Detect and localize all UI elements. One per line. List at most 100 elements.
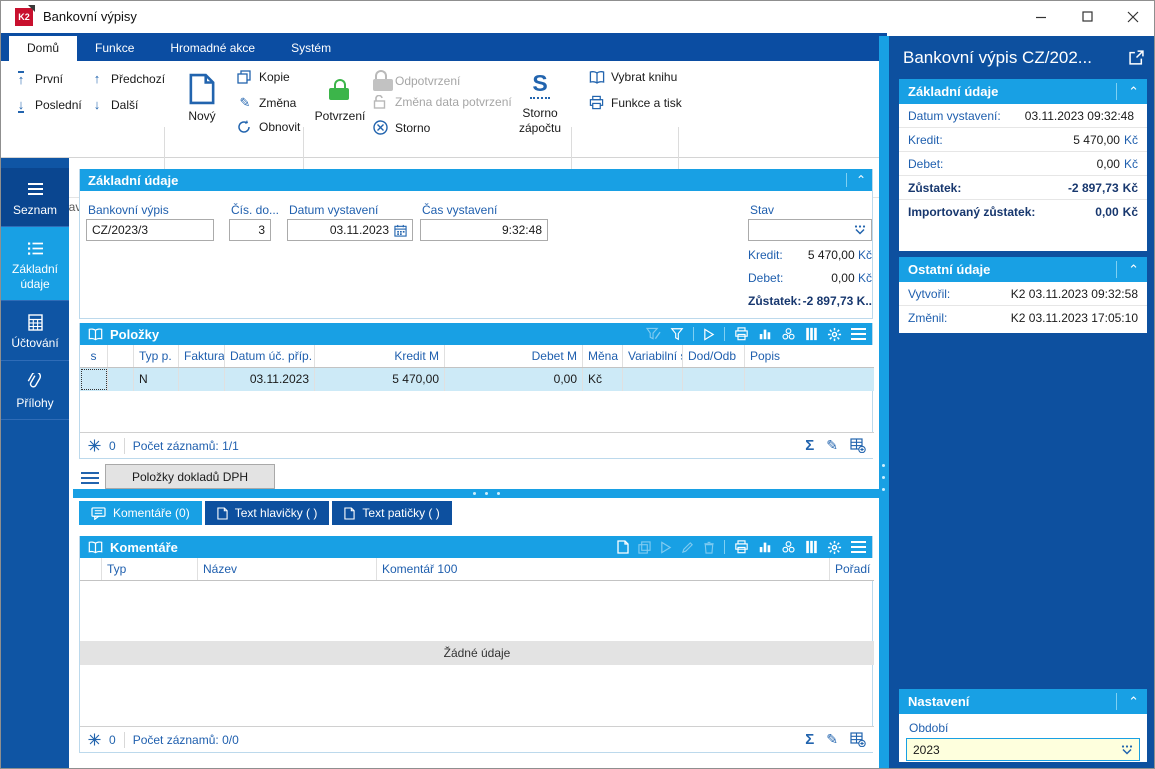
col-mena[interactable]: Měna bbox=[583, 345, 623, 367]
run-icon[interactable] bbox=[703, 328, 715, 341]
col-s[interactable]: s bbox=[80, 345, 108, 367]
stav-dropdown[interactable] bbox=[748, 219, 872, 241]
dph-items-button[interactable]: Položky dokladů DPH bbox=[105, 464, 275, 489]
bankovni-vypis-input[interactable]: CZ/2023/3 bbox=[86, 219, 214, 241]
lock-icon bbox=[311, 69, 369, 109]
col-faktura[interactable]: Faktura bbox=[179, 345, 225, 367]
minimize-button[interactable] bbox=[1018, 1, 1064, 32]
open-in-window-icon[interactable] bbox=[1129, 50, 1144, 65]
ribbon-tab-hromadne-akce[interactable]: Hromadné akce bbox=[152, 36, 273, 61]
confirm-button[interactable]: Potvrzení bbox=[311, 69, 369, 123]
obdobi-dropdown[interactable]: 2023 bbox=[906, 738, 1140, 761]
print-icon[interactable] bbox=[734, 540, 749, 554]
sidebar-item-uctovani[interactable]: Účtování bbox=[1, 301, 69, 360]
col-kredit[interactable]: Kredit M bbox=[315, 345, 445, 367]
close-button[interactable] bbox=[1110, 1, 1155, 32]
tab-text-paticky[interactable]: Text patičky ( ) bbox=[332, 501, 451, 525]
col-poradi[interactable]: Pořadí bbox=[830, 558, 874, 580]
run-icon[interactable] bbox=[660, 541, 672, 554]
sidebar-item-seznam[interactable]: Seznam bbox=[1, 168, 69, 227]
sidebar-item-prilohy[interactable]: Přílohy bbox=[1, 361, 69, 420]
nav-previous-button[interactable]: ↑ Předchozí bbox=[89, 71, 165, 86]
print-icon[interactable] bbox=[734, 327, 749, 341]
table-add-icon[interactable] bbox=[850, 438, 866, 453]
nav-last-button[interactable]: ↓ Poslední bbox=[13, 97, 82, 113]
cislo-input[interactable]: 3 bbox=[229, 219, 271, 241]
collapse-icon[interactable]: ⌃ bbox=[1128, 262, 1139, 278]
maximize-button[interactable] bbox=[1064, 1, 1110, 32]
delete-icon[interactable] bbox=[703, 541, 715, 554]
storno-button[interactable]: Storno bbox=[373, 120, 430, 135]
change-confirm-date-button[interactable]: Změna data potvrzení bbox=[373, 95, 512, 109]
storno-zapoctu-button[interactable]: S Storno zápočtu bbox=[509, 67, 571, 136]
col-blank[interactable] bbox=[80, 558, 102, 580]
menu-icon[interactable] bbox=[851, 325, 866, 343]
col-popis[interactable]: Popis bbox=[745, 345, 874, 367]
obdobi-label: Období bbox=[899, 714, 1147, 738]
nav-next-button[interactable]: ↓ Další bbox=[89, 97, 138, 112]
quick-edit-icon[interactable]: ✎ bbox=[826, 437, 838, 454]
copy-icon[interactable] bbox=[638, 541, 651, 554]
snowflake-icon[interactable] bbox=[88, 733, 101, 746]
panel-komentare: Komentáře Typ Název Komentář 100 Pořa bbox=[79, 536, 873, 753]
edit-button[interactable]: ✎ Změna bbox=[237, 95, 296, 111]
frozen-count: 0 bbox=[109, 733, 116, 747]
col-datum[interactable]: Datum úč. příp. bbox=[225, 345, 315, 367]
columns-icon[interactable] bbox=[805, 540, 818, 554]
table-add-icon[interactable] bbox=[850, 732, 866, 747]
snowflake-icon[interactable] bbox=[88, 439, 101, 452]
dph-menu-icon[interactable] bbox=[81, 469, 99, 490]
collapse-icon[interactable]: ⌃ bbox=[856, 173, 866, 187]
menu-icon[interactable] bbox=[851, 538, 866, 556]
settings-gear-icon[interactable] bbox=[827, 540, 842, 555]
unconfirm-button[interactable]: Odpotvrzení bbox=[373, 70, 460, 91]
select-book-button[interactable]: Vybrat knihu bbox=[589, 70, 677, 84]
col-blank[interactable] bbox=[108, 345, 134, 367]
sidebar-item-zakladni-udaje[interactable]: Základní údaje bbox=[1, 227, 69, 301]
table-row[interactable]: N 03.11.2023 5 470,00 0,00 Kč bbox=[80, 368, 874, 391]
quick-edit-icon[interactable]: ✎ bbox=[826, 731, 838, 748]
new-record-button[interactable]: Nový bbox=[173, 69, 231, 123]
collapse-icon[interactable]: ⌃ bbox=[1128, 84, 1139, 100]
copy-button[interactable]: Kopie bbox=[237, 70, 290, 84]
sum-icon[interactable]: Σ bbox=[805, 731, 814, 748]
info-row: Datum vystavení: 03.11.2023 09:32:48 bbox=[899, 104, 1147, 128]
sum-icon[interactable]: Σ bbox=[805, 437, 814, 454]
filter-icon[interactable] bbox=[670, 327, 684, 341]
refresh-button[interactable]: Obnovit bbox=[237, 120, 300, 134]
filter-edit-icon[interactable] bbox=[646, 327, 661, 341]
col-typ[interactable]: Typ bbox=[102, 558, 198, 580]
horizontal-splitter[interactable] bbox=[73, 489, 879, 498]
arrow-up-bar-icon: ↑ bbox=[13, 71, 29, 87]
nav-first-button[interactable]: ↑ První bbox=[13, 71, 63, 87]
ribbon-tab-funkce[interactable]: Funkce bbox=[77, 36, 152, 61]
chart-icon[interactable] bbox=[758, 327, 772, 341]
settings-gear-icon[interactable] bbox=[827, 327, 842, 342]
ribbon-tab-domu[interactable]: Domů bbox=[9, 36, 77, 61]
cube-wheel-icon[interactable] bbox=[781, 540, 796, 554]
ribbon-tab-system[interactable]: Systém bbox=[273, 36, 349, 61]
tab-text-hlavicky[interactable]: Text hlavičky ( ) bbox=[205, 501, 330, 525]
col-typ[interactable]: Typ p. bbox=[134, 345, 179, 367]
col-nazev[interactable]: Název bbox=[198, 558, 377, 580]
columns-icon[interactable] bbox=[805, 327, 818, 341]
vertical-splitter[interactable] bbox=[879, 36, 889, 769]
polozky-grid-header: s Typ p. Faktura Datum úč. příp. Kredit … bbox=[80, 345, 874, 368]
document-icon bbox=[217, 507, 228, 520]
collapse-icon[interactable]: ⌃ bbox=[1128, 694, 1139, 710]
col-variabilni[interactable]: Variabilní s bbox=[623, 345, 683, 367]
col-komentar[interactable]: Komentář 100 bbox=[377, 558, 830, 580]
cube-wheel-icon[interactable] bbox=[781, 327, 796, 341]
new-icon[interactable] bbox=[617, 540, 629, 554]
chart-icon[interactable] bbox=[758, 540, 772, 554]
col-dodavatel[interactable]: Dod/Odb bbox=[683, 345, 745, 367]
cas-input[interactable]: 9:32:48 bbox=[420, 219, 548, 241]
function-print-button[interactable]: Funkce a tisk bbox=[589, 95, 682, 110]
calendar-icon[interactable] bbox=[394, 224, 407, 237]
comment-icon bbox=[91, 507, 106, 520]
document-icon bbox=[344, 507, 355, 520]
tab-komentare[interactable]: Komentáře (0) bbox=[79, 501, 202, 525]
edit-icon[interactable] bbox=[681, 541, 694, 554]
datum-input[interactable]: 03.11.2023 bbox=[287, 219, 413, 241]
col-debet[interactable]: Debet M bbox=[445, 345, 583, 367]
